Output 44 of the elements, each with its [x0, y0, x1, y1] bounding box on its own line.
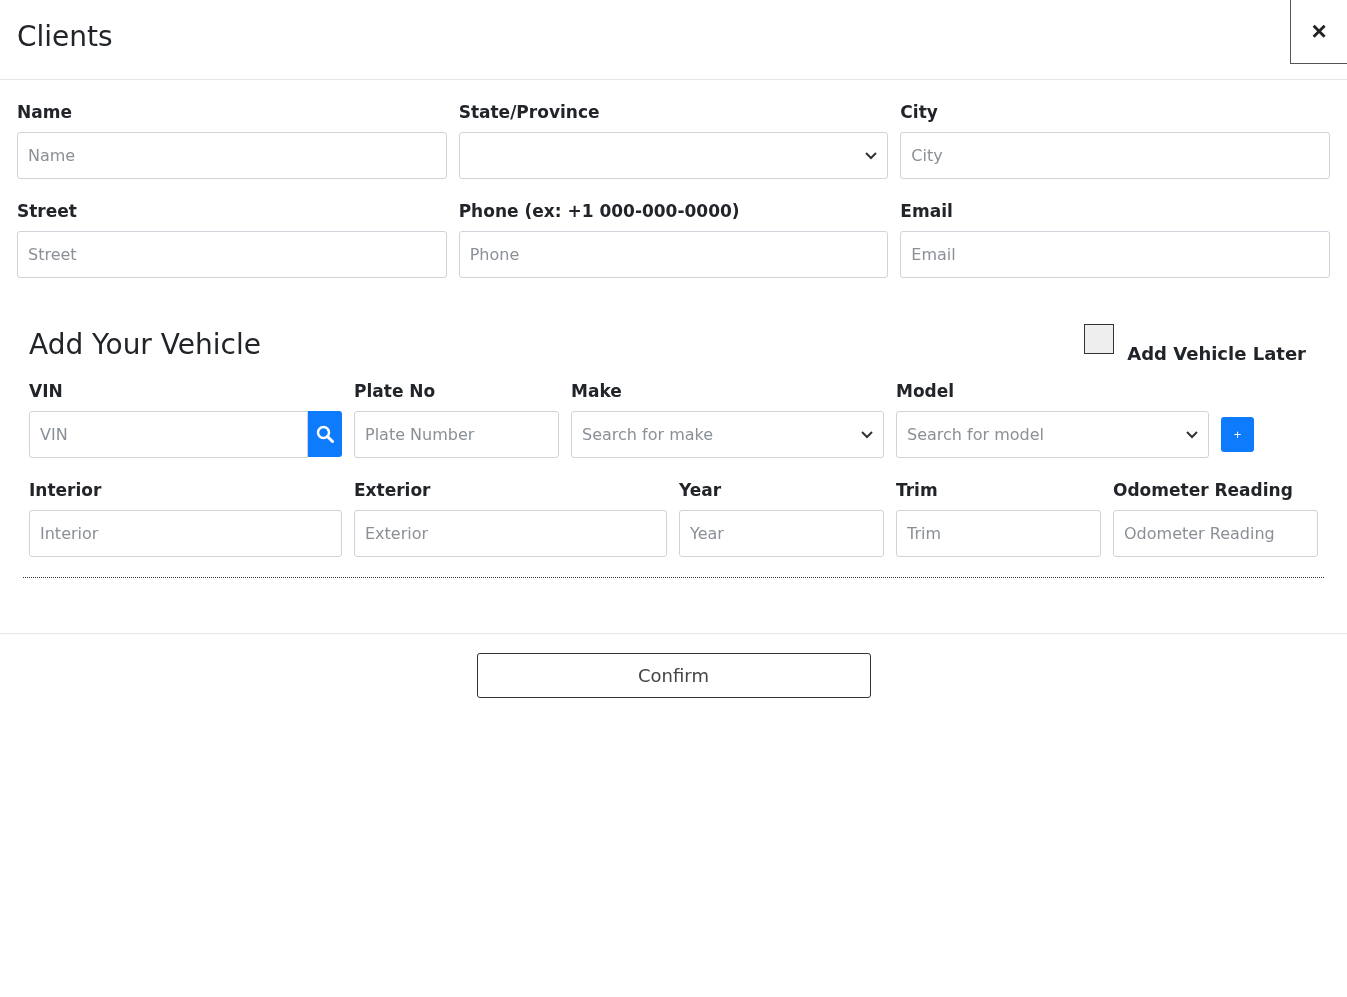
search-icon [316, 425, 335, 443]
field-label: Exterior [354, 480, 432, 500]
checkbox-label: Add Vehicle Later [1127, 343, 1306, 364]
text-field[interactable]: Trim [896, 510, 1101, 557]
select-placeholder: Search for make [582, 425, 714, 444]
text-field[interactable]: Plate Number [354, 411, 559, 458]
field-label: Name [17, 102, 73, 122]
dialog-title: Clients [16, 19, 113, 53]
field-label: Trim [896, 480, 939, 500]
select-field[interactable]: Search for make [571, 411, 884, 458]
add-button[interactable]: + [1221, 417, 1254, 452]
chevron-down-icon [865, 151, 878, 160]
section-title: Add Your Vehicle [29, 327, 261, 361]
text-field[interactable]: Odometer Reading [1113, 510, 1318, 557]
close-button[interactable]: × [1290, 0, 1347, 64]
field-label: Odometer Reading [1113, 480, 1294, 500]
field-label: Interior [29, 480, 103, 500]
text-field[interactable]: Name [17, 132, 447, 179]
text-field[interactable]: Exterior [354, 510, 667, 557]
chevron-down-icon [861, 430, 873, 439]
search-button[interactable] [308, 411, 342, 457]
text-field[interactable]: City [900, 132, 1330, 179]
field-label: Street [17, 201, 78, 221]
select-field[interactable]: Search for model [896, 411, 1209, 458]
field-label: Make [571, 381, 623, 401]
text-field[interactable]: Year [679, 510, 884, 557]
text-field[interactable]: Interior [29, 510, 342, 557]
field-label: Email [900, 201, 954, 221]
chevron-down-icon [1186, 430, 1198, 439]
field-label: State/Province [458, 102, 601, 122]
text-field[interactable]: Street [17, 231, 447, 278]
checkbox[interactable] [1084, 324, 1115, 354]
field-label: Model [896, 381, 956, 401]
field-label: City [900, 102, 939, 122]
field-label: Phone (ex: +1 000-000-0000) [458, 201, 741, 221]
select-field[interactable] [458, 132, 889, 179]
field-label: Year [679, 480, 723, 500]
field-label: Plate No [354, 381, 437, 401]
text-field[interactable]: VIN [29, 411, 309, 458]
select-placeholder: Search for model [907, 425, 1044, 444]
field-label: VIN [29, 381, 64, 401]
confirm-button[interactable]: Confirm [476, 653, 871, 698]
text-field[interactable]: Email [900, 231, 1330, 278]
text-field[interactable]: Phone [458, 231, 889, 278]
